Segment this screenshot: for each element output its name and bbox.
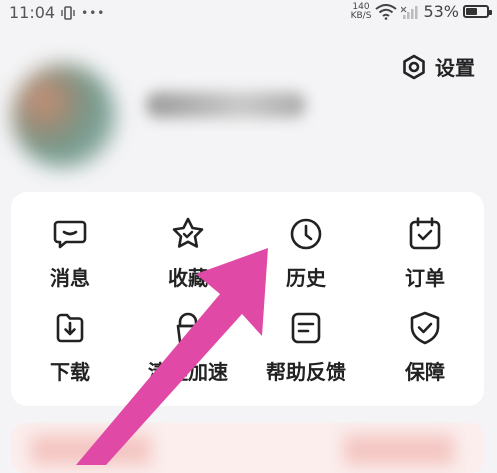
username-blurred[interactable]: [146, 92, 306, 118]
download-icon: [56, 313, 84, 343]
net-speed-unit: KB/S: [350, 10, 372, 21]
menu-grid: 消息 收藏 历史 订单 下载 清理加速 帮助反馈 保障: [11, 192, 484, 406]
cell-signal-icon: [401, 5, 418, 19]
menu-item-label: 订单: [405, 266, 445, 290]
menu-item-label: 收藏: [168, 266, 208, 290]
avatar[interactable]: [12, 64, 116, 168]
calendar-check-icon: [409, 217, 441, 250]
feedback-icon: [291, 312, 321, 344]
battery-icon: [463, 5, 492, 18]
menu-item-favorites[interactable]: 收藏: [129, 216, 247, 296]
battery-fill: [466, 8, 477, 15]
promo-blur-left: [31, 435, 151, 465]
promo-banner-blurred[interactable]: [11, 423, 484, 473]
status-bar: 11:04 ••• 140 KB/S 53%: [0, 0, 497, 26]
menu-item-help-feedback[interactable]: 帮助反馈: [247, 310, 365, 390]
menu-item-label: 历史: [286, 266, 326, 290]
menu-item-cleanup[interactable]: 清理加速: [129, 310, 247, 390]
net-speed: 140 KB/S: [350, 2, 372, 21]
status-more-dots: •••: [81, 5, 106, 20]
menu-item-label: 消息: [50, 266, 90, 290]
settings-button[interactable]: 设置: [401, 52, 475, 81]
clock-icon: [290, 218, 322, 250]
status-time: 11:04: [9, 3, 56, 22]
menu-item-orders[interactable]: 订单: [366, 216, 484, 296]
menu-item-label: 保障: [405, 360, 445, 384]
menu-item-protection[interactable]: 保障: [366, 310, 484, 390]
menu-item-history[interactable]: 历史: [247, 216, 365, 296]
settings-label: 设置: [435, 56, 475, 80]
status-right: 140 KB/S 53%: [350, 2, 492, 21]
battery-percent: 53%: [423, 2, 459, 21]
hexagon-settings-icon: [403, 54, 425, 79]
message-icon: [53, 220, 87, 249]
shield-check-icon: [410, 311, 440, 345]
wifi-icon: [375, 3, 398, 20]
menu-card: 消息 收藏 历史 订单 下载 清理加速 帮助反馈 保障: [11, 192, 484, 406]
star-icon: [172, 217, 204, 248]
status-left: 11:04 •••: [9, 3, 105, 22]
menu-item-downloads[interactable]: 下载: [11, 310, 129, 390]
menu-item-label: 帮助反馈: [266, 360, 346, 384]
menu-item-label: 下载: [50, 360, 90, 384]
vibrate-icon: [61, 5, 75, 20]
promo-blur-right: [344, 435, 454, 465]
cleanup-icon: [176, 312, 200, 344]
menu-item-label: 清理加速: [148, 360, 228, 384]
menu-item-messages[interactable]: 消息: [11, 216, 129, 296]
